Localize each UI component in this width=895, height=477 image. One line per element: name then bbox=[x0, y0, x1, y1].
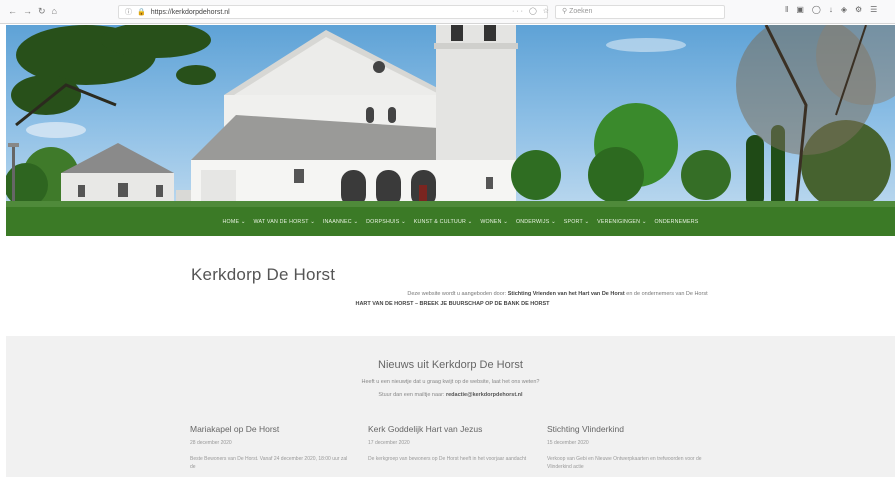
main-navigation: HOME ⌄ WAT VAN DE HORST ⌄ INAANNEC ⌄ DOR… bbox=[6, 207, 895, 236]
addon-icon[interactable]: ⚙ bbox=[855, 6, 862, 14]
menu-icon[interactable]: ☰ bbox=[870, 6, 877, 14]
intro-sponsor-line: Deze website wordt u aangeboden door: St… bbox=[407, 291, 708, 297]
church-illustration bbox=[6, 25, 895, 207]
article-date: 15 december 2020 bbox=[547, 440, 589, 446]
star-icon[interactable]: ☆ bbox=[543, 8, 551, 15]
article-excerpt: Beste Bewoners van De Horst. Vanaf 24 de… bbox=[190, 456, 348, 470]
news-section: Nieuws uit Kerkdorp De Horst Heeft u een… bbox=[6, 336, 895, 477]
intro-section: Kerkdorp De Horst Deze website wordt u a… bbox=[0, 236, 895, 336]
article-date: 17 december 2020 bbox=[368, 440, 410, 446]
pocket-icon[interactable]: ◯ bbox=[812, 6, 821, 14]
sidebar-icon[interactable]: ▣ bbox=[796, 6, 804, 14]
nav-item-kunst-cultuur[interactable]: KUNST & CULTUUR ⌄ bbox=[414, 219, 473, 225]
search-placeholder: Zoeken bbox=[569, 8, 593, 15]
nav-item-dorpshuis[interactable]: DORPSHUIS ⌄ bbox=[366, 219, 406, 225]
hero-church-image bbox=[6, 25, 895, 207]
back-icon[interactable]: ← bbox=[8, 7, 17, 16]
nav-item-ondernemers[interactable]: ONDERNEMERS bbox=[654, 219, 698, 225]
search-icon: ⚲ bbox=[562, 8, 568, 15]
nav-item-wonen[interactable]: WONEN ⌄ bbox=[480, 219, 508, 225]
article-excerpt: De kerkgroep van bewoners op De Horst he… bbox=[368, 456, 527, 462]
download-icon[interactable]: ↓ bbox=[829, 6, 833, 14]
library-icon[interactable]: ‖ bbox=[785, 6, 788, 14]
more-icon[interactable]: ··· bbox=[512, 8, 525, 15]
sponsor-org-link[interactable]: Stichting Vrienden van het Hart van De H… bbox=[508, 291, 625, 297]
page-actions: ··· ◯ ☆ bbox=[512, 7, 551, 15]
url-text[interactable]: https://kerkdorpdehorst.nl bbox=[151, 9, 230, 16]
nav-item-verenigingen[interactable]: VERENIGINGEN ⌄ bbox=[597, 219, 646, 225]
article-title[interactable]: Kerk Goddelijk Hart van Jezus bbox=[368, 424, 528, 434]
reload-icon[interactable]: ↻ bbox=[38, 7, 46, 16]
news-article: Stichting Vlinderkind 15 december 2020 V… bbox=[547, 424, 707, 471]
intro-tagline: HART VAN DE HORST – BREEK JE BUURSCHAP O… bbox=[355, 301, 550, 307]
nav-item-inaannec[interactable]: INAANNEC ⌄ bbox=[323, 219, 358, 225]
home-icon[interactable]: ⌂ bbox=[52, 7, 57, 16]
address-bar[interactable]: ⓘ 🔒 https://kerkdorpdehorst.nl bbox=[118, 5, 548, 19]
nav-item-sport[interactable]: SPORT ⌄ bbox=[564, 219, 589, 225]
nav-item-onderwijs[interactable]: ONDERWIJS ⌄ bbox=[516, 219, 556, 225]
news-intro-text: Heeft u een nieuwtje dat u graag kwijt o… bbox=[361, 379, 540, 385]
page-title: Kerkdorp De Horst bbox=[191, 265, 336, 284]
nav-item-home[interactable]: HOME ⌄ bbox=[223, 219, 246, 225]
news-title: Nieuws uit Kerkdorp De Horst bbox=[378, 359, 523, 371]
news-contact-line: Stuur dan een mailtje naar: redactie@ker… bbox=[378, 392, 523, 398]
article-excerpt: Verkoop van Gebi en Nieuwe Ontwerpkaarte… bbox=[547, 456, 702, 470]
news-article: Mariakapel op De Horst 28 december 2020 … bbox=[190, 424, 350, 471]
browser-nav-buttons: ← → ↻ ⌂ bbox=[0, 7, 110, 16]
forward-icon[interactable]: → bbox=[23, 7, 32, 16]
article-title[interactable]: Stichting Vlinderkind bbox=[547, 424, 707, 434]
shield-icon[interactable]: ◯ bbox=[529, 8, 539, 15]
news-email-link[interactable]: redactie@kerkdorpdehorst.nl bbox=[446, 392, 523, 398]
extension-icon[interactable]: ◈ bbox=[841, 6, 847, 14]
browser-search-input[interactable]: ⚲ Zoeken bbox=[555, 5, 725, 19]
news-article: Kerk Goddelijk Hart van Jezus 17 decembe… bbox=[368, 424, 528, 463]
nav-item-wat-van-de-horst[interactable]: WAT VAN DE HORST ⌄ bbox=[254, 219, 315, 225]
article-date: 28 december 2020 bbox=[190, 440, 232, 446]
article-title[interactable]: Mariakapel op De Horst bbox=[190, 424, 350, 434]
info-icon[interactable]: ⓘ bbox=[125, 7, 132, 17]
browser-toolbar-icons: ‖ ▣ ◯ ↓ ◈ ⚙ ☰ bbox=[785, 6, 877, 14]
lock-icon: 🔒 bbox=[137, 9, 146, 16]
browser-toolbar: ← → ↻ ⌂ ⓘ 🔒 https://kerkdorpdehorst.nl ·… bbox=[0, 0, 895, 24]
